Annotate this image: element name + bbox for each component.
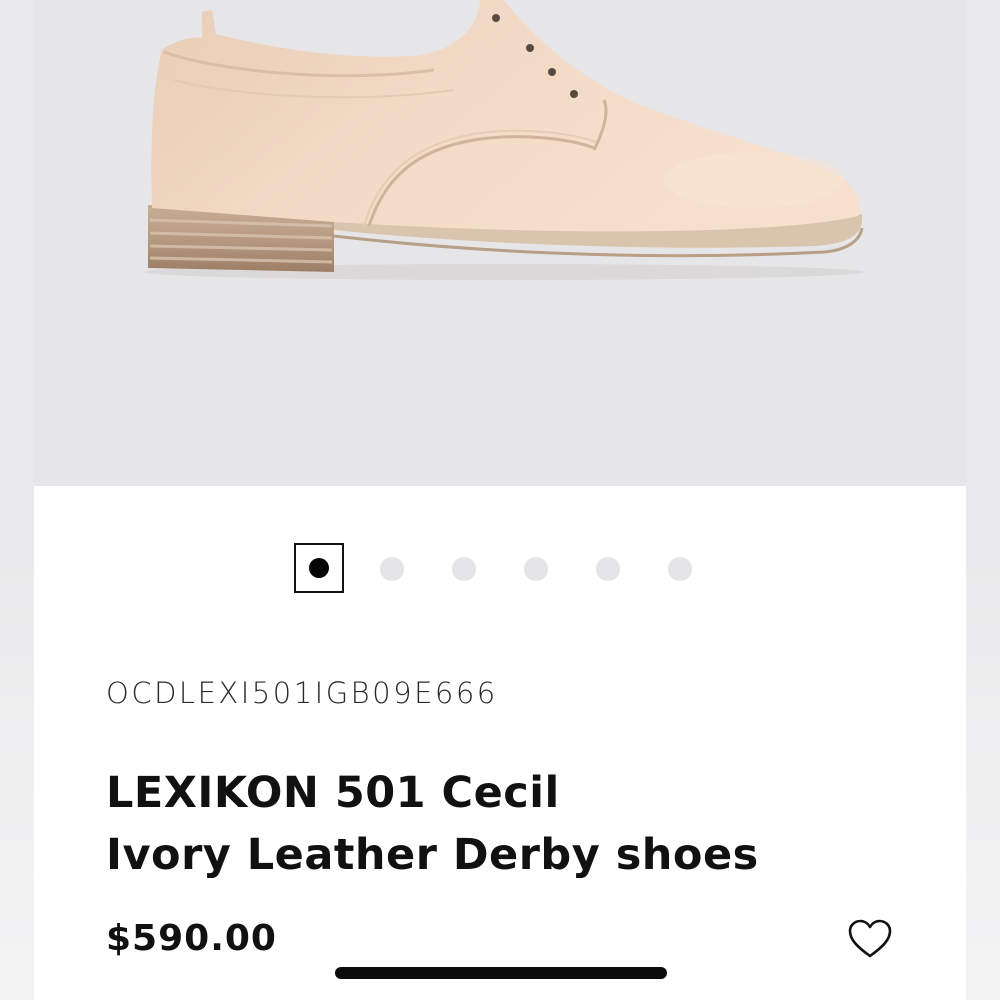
- product-title-line-1: LEXIKON 501 Cecil: [106, 768, 560, 818]
- active-dot-indicator: [309, 558, 329, 578]
- carousel-dot-4[interactable]: [524, 557, 548, 581]
- heart-outline-icon: [848, 919, 892, 958]
- product-sku: OCDLEXI501IGB09E666: [106, 676, 498, 710]
- frame-right: [966, 0, 1000, 1000]
- carousel-dot-2[interactable]: [380, 557, 404, 581]
- frame-left: [0, 0, 34, 1000]
- home-indicator[interactable]: [335, 967, 667, 979]
- carousel-dot-6[interactable]: [668, 557, 692, 581]
- product-title-line-2: Ivory Leather Derby shoes: [106, 830, 759, 880]
- product-title: LEXIKON 501 Cecil Ivory Leather Derby sh…: [106, 762, 866, 886]
- product-page: OCDLEXI501IGB09E666 LEXIKON 501 Cecil Iv…: [34, 0, 966, 1000]
- favorite-button[interactable]: [846, 916, 894, 964]
- carousel-dot-3[interactable]: [452, 557, 476, 581]
- carousel-pagination: [34, 540, 966, 600]
- product-image: [144, 0, 864, 280]
- carousel-dot-5[interactable]: [596, 557, 620, 581]
- product-image-carousel[interactable]: [34, 0, 966, 486]
- product-price: $590.00: [106, 918, 277, 959]
- carousel-dot-1-active[interactable]: [294, 543, 344, 593]
